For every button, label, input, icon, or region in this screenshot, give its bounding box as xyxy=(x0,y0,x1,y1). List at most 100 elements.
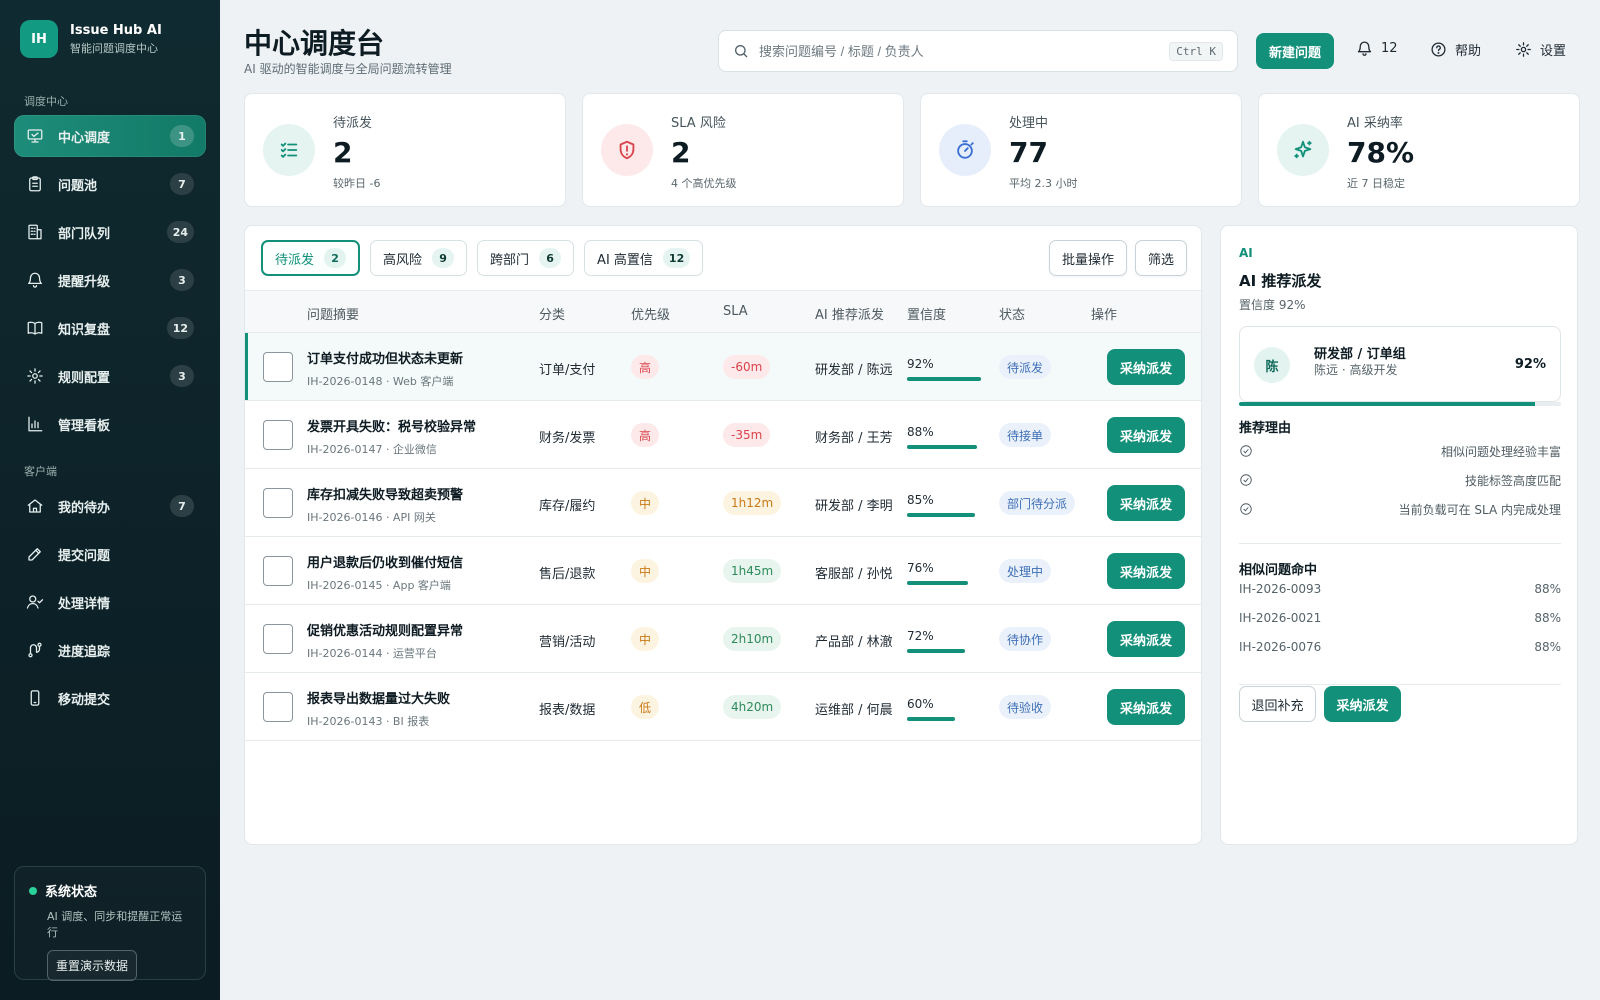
column-header: 分类 xyxy=(539,308,566,323)
filter-chip-count: 12 xyxy=(662,248,691,268)
sidebar-item-count: 3 xyxy=(170,269,194,291)
recommended-assignee: 客服部 / 孙悦 xyxy=(815,567,893,582)
row-checkbox[interactable] xyxy=(263,624,293,654)
row-checkbox[interactable] xyxy=(263,556,293,586)
stat-note: 平均 2.3 小时 xyxy=(1009,177,1078,190)
adopt-dispatch-button[interactable]: 采纳派发 xyxy=(1324,686,1401,722)
notifications-button[interactable]: 12 xyxy=(1356,40,1398,57)
reason-text: 相似问题处理经验丰富 xyxy=(1440,445,1561,459)
filter-button[interactable]: 筛选 xyxy=(1135,240,1188,276)
stat-card[interactable]: 待派发 2 较昨日 -6 xyxy=(244,93,566,207)
stat-card[interactable]: AI 采纳率 78% 近 7 日稳定 xyxy=(1258,93,1580,207)
filter-chip[interactable]: AI 高置信 12 xyxy=(584,240,704,276)
stat-note: 4 个高优先级 xyxy=(671,177,737,190)
sidebar-item-label: 问题池 xyxy=(58,178,98,194)
confidence-fill xyxy=(1239,402,1536,406)
search-bar[interactable]: Ctrl K xyxy=(718,30,1238,72)
adopt-dispatch-button[interactable]: 采纳派发 xyxy=(1107,349,1185,385)
adopt-dispatch-button[interactable]: 采纳派发 xyxy=(1107,485,1185,521)
section-label-dispatch: 调度中心 xyxy=(24,95,68,108)
row-checkbox[interactable] xyxy=(263,352,293,382)
similar-issue[interactable]: IH-2026-0021 88% xyxy=(1239,611,1561,629)
shortcut-hint: Ctrl K xyxy=(1169,41,1223,61)
phone-icon xyxy=(26,689,44,707)
priority-badge: 高 xyxy=(631,423,659,447)
table-row[interactable]: 促销优惠活动规则配置异常 IH-2026-0144 · 运营平台 营销/活动 中 2h1… xyxy=(245,605,1201,673)
priority-badge: 低 xyxy=(631,695,659,719)
adopt-dispatch-button[interactable]: 采纳派发 xyxy=(1107,621,1185,657)
sidebar-item-7[interactable]: 管理看板 xyxy=(14,403,206,445)
sidebar-item-5[interactable]: 知识复盘 12 xyxy=(14,307,206,349)
settings-button[interactable]: 设置 xyxy=(1515,40,1566,59)
issue-category: 库存/履约 xyxy=(539,499,596,514)
filter-chip-label: 跨部门 xyxy=(490,252,530,268)
avatar: 陈 xyxy=(1254,347,1290,383)
divider xyxy=(1239,684,1561,685)
sidebar-item-label: 我的待办 xyxy=(58,500,111,516)
reason-text: 技能标签高度匹配 xyxy=(1464,474,1561,488)
sidebar-item-1[interactable]: 我的待办 7 xyxy=(14,485,206,527)
sidebar-item-4[interactable]: 进度追踪 xyxy=(14,629,206,671)
similar-issue[interactable]: IH-2026-0076 88% xyxy=(1239,640,1561,658)
sidebar-item-label: 进度追踪 xyxy=(58,644,111,660)
adopt-dispatch-button[interactable]: 采纳派发 xyxy=(1107,689,1185,725)
check-circle-icon xyxy=(1240,445,1252,457)
gear-icon xyxy=(26,367,44,385)
return-button[interactable]: 退回补充 xyxy=(1239,686,1316,722)
table-row[interactable]: 用户退款后仍收到催付短信 IH-2026-0145 · App 客户端 售后/退款 中… xyxy=(245,537,1201,605)
row-checkbox[interactable] xyxy=(263,420,293,450)
similar-issue[interactable]: IH-2026-0093 88% xyxy=(1239,582,1561,600)
stat-label: 待派发 xyxy=(333,116,373,131)
row-checkbox[interactable] xyxy=(263,488,293,518)
new-issue-button[interactable]: 新建问题 xyxy=(1256,33,1334,69)
system-status-title: 系统状态 xyxy=(45,885,98,900)
stat-label: 处理中 xyxy=(1009,116,1049,131)
table-row[interactable]: 报表导出数据量过大失败 IH-2026-0143 · BI 报表 报表/数据 低 4h2… xyxy=(245,673,1201,741)
brand-logo: IH xyxy=(20,20,58,58)
sidebar-item-1[interactable]: 中心调度 1 xyxy=(14,115,206,157)
table-row[interactable]: 库存扣减失败导致超卖预警 IH-2026-0146 · API 网关 库存/履约 中 1… xyxy=(245,469,1201,537)
sidebar-item-2[interactable]: 问题池 7 xyxy=(14,163,206,205)
panel-title: AI 推荐派发 xyxy=(1239,272,1322,290)
sidebar-item-2[interactable]: 提交问题 xyxy=(14,533,206,575)
adopt-dispatch-button[interactable]: 采纳派发 xyxy=(1107,553,1185,589)
sidebar-item-6[interactable]: 规则配置 3 xyxy=(14,355,206,397)
batch-action-button[interactable]: 批量操作 xyxy=(1049,240,1128,276)
sla-badge: 2h10m xyxy=(723,627,782,651)
shield-alert-icon xyxy=(601,124,653,176)
reset-demo-button[interactable]: 重置演示数据 xyxy=(47,950,138,981)
similar-issue-id: IH-2026-0021 xyxy=(1239,611,1322,625)
sla-badge: 1h12m xyxy=(723,491,782,515)
system-status: 系统状态 AI 调度、同步和提醒正常运行 重置演示数据 xyxy=(14,866,206,981)
check-circle-icon xyxy=(1240,474,1252,486)
filter-chip[interactable]: 待派发 2 xyxy=(261,240,361,276)
reason-text: 当前负载可在 SLA 内完成处理 xyxy=(1398,503,1561,517)
sidebar-item-3[interactable]: 处理详情 xyxy=(14,581,206,623)
stat-card[interactable]: 处理中 77 平均 2.3 小时 xyxy=(920,93,1242,207)
sidebar-item-3[interactable]: 部门队列 24 xyxy=(14,211,206,253)
recommended-assignee-card[interactable]: 陈 研发部 / 订单组 陈远 · 高级开发 92% xyxy=(1239,326,1561,402)
timer-icon xyxy=(939,124,991,176)
stat-label: SLA 风险 xyxy=(671,116,726,131)
sidebar-item-4[interactable]: 提醒升级 3 xyxy=(14,259,206,301)
filter-chip[interactable]: 高风险 9 xyxy=(370,240,468,276)
column-header: 状态 xyxy=(999,308,1026,323)
table-row[interactable]: 发票开具失败：税号校验异常 IH-2026-0147 · 企业微信 财务/发票 高 -3… xyxy=(245,401,1201,469)
filter-chip[interactable]: 跨部门 6 xyxy=(477,240,575,276)
sidebar-item-5[interactable]: 移动提交 xyxy=(14,677,206,719)
search-input[interactable] xyxy=(759,43,1170,59)
panel-confidence: 置信度 92% xyxy=(1239,298,1306,312)
recommended-assignee: 产品部 / 林澈 xyxy=(815,635,893,650)
issue-title: 报表导出数据量过大失败 xyxy=(307,692,451,707)
issue-category: 财务/发票 xyxy=(539,431,596,446)
sidebar-item-count: 7 xyxy=(170,495,194,517)
row-checkbox[interactable] xyxy=(263,692,293,722)
table-row[interactable]: 订单支付成功但状态未更新 IH-2026-0148 · Web 客户端 订单/支付 高… xyxy=(245,333,1201,401)
stat-card[interactable]: SLA 风险 2 4 个高优先级 xyxy=(582,93,904,207)
search-icon xyxy=(735,45,748,58)
help-button[interactable]: 帮助 xyxy=(1430,40,1481,59)
issue-title: 促销优惠活动规则配置异常 xyxy=(307,624,464,639)
adopt-dispatch-button[interactable]: 采纳派发 xyxy=(1107,417,1185,453)
sidebar-item-count: 24 xyxy=(166,221,194,243)
sla-badge: -35m xyxy=(723,423,771,447)
